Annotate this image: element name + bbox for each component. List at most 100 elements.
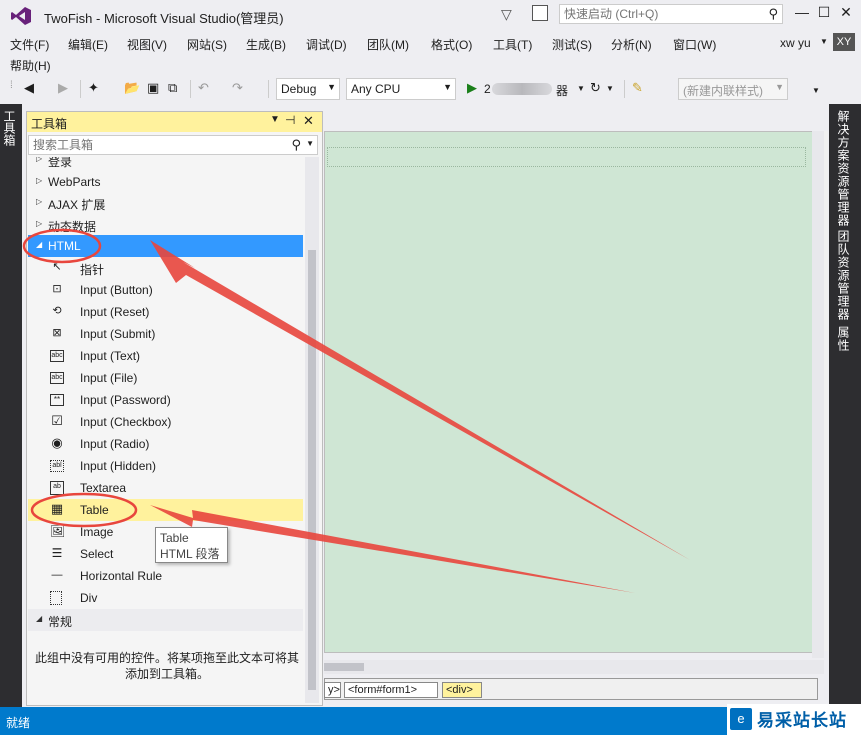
chevron-down-icon: ▼: [443, 82, 452, 92]
menu-tools[interactable]: 工具(T): [493, 34, 532, 55]
refresh-dropdown-icon[interactable]: ▼: [606, 84, 614, 93]
toolbox-item-input-radio[interactable]: ◉ Input (Radio): [28, 433, 303, 455]
toolbox-item-table[interactable]: ▦ Table: [28, 499, 303, 521]
format-icon[interactable]: ✎: [632, 80, 643, 96]
watermark-text: 易采站长站: [757, 711, 847, 730]
group-ajax-extensions[interactable]: ▷ AJAX 扩展: [28, 192, 303, 214]
quick-launch-box[interactable]: ⚲: [559, 4, 783, 24]
menu-website[interactable]: 网站(S): [187, 34, 227, 55]
image-icon: 🖼: [50, 524, 66, 538]
close-icon[interactable]: ✕: [303, 113, 314, 129]
group-general[interactable]: ◢ 常规: [28, 609, 303, 631]
quick-launch-input[interactable]: [560, 5, 748, 23]
toolbox-item-input-hidden[interactable]: abl Input (Hidden): [28, 455, 303, 477]
navigate-forward-icon[interactable]: ▶: [58, 80, 68, 96]
save-icon[interactable]: ▣: [147, 80, 159, 96]
properties-tab[interactable]: 属性: [835, 326, 852, 352]
editor-horizontal-scrollbar[interactable]: [324, 660, 824, 674]
expand-arrow-icon[interactable]: ▷: [36, 157, 42, 163]
breadcrumb-div[interactable]: <div>: [442, 682, 482, 698]
input-hidden-icon: abl: [50, 460, 64, 472]
toolbar-separator: [190, 80, 191, 98]
toolbox-item-input-password[interactable]: ** Input (Password): [28, 389, 303, 411]
start-debugging-icon[interactable]: ▶: [467, 80, 477, 96]
menu-help[interactable]: 帮助(H): [10, 55, 51, 76]
toolbox-search-box[interactable]: ⚲ ▼: [28, 135, 318, 155]
group-login[interactable]: ▷ 登录: [28, 157, 303, 171]
refresh-icon[interactable]: ↻: [590, 80, 601, 96]
team-explorer-tab[interactable]: 团队资源管理器: [835, 230, 852, 321]
toolbox-item-input-submit[interactable]: ⊠ Input (Submit): [28, 323, 303, 345]
menu-team[interactable]: 团队(M): [367, 34, 409, 55]
menu-view[interactable]: 视图(V): [127, 34, 167, 55]
start-debugging-button[interactable]: 2 器: [484, 81, 576, 98]
toolbox-item-pointer[interactable]: ↖ 指针: [28, 257, 303, 279]
group-html[interactable]: ◢ HTML: [28, 235, 303, 257]
target-rule-select[interactable]: (新建内联样式) ▼: [678, 78, 788, 100]
toolbox-vertical-scrollbar[interactable]: [305, 157, 319, 703]
design-surface[interactable]: [324, 131, 824, 653]
close-window-button[interactable]: ✕: [836, 4, 856, 22]
editor-vertical-scrollbar[interactable]: [812, 131, 824, 658]
auto-hide-pin-icon[interactable]: ⊣: [285, 113, 295, 127]
redo-icon[interactable]: ↷: [232, 80, 243, 96]
menu-window[interactable]: 窗口(W): [673, 34, 716, 55]
maximize-button[interactable]: ☐: [814, 4, 834, 22]
toolbox-item-div[interactable]: Div: [28, 587, 303, 609]
collapse-arrow-icon[interactable]: ◢: [36, 614, 42, 623]
scrollbar-thumb[interactable]: [308, 250, 316, 690]
menu-format[interactable]: 格式(O): [431, 34, 472, 55]
new-project-icon[interactable]: ✦: [88, 80, 99, 96]
toolbar-grip-icon[interactable]: ⁞: [10, 80, 13, 91]
menu-debug[interactable]: 调试(D): [306, 34, 347, 55]
solution-platform-select[interactable]: Any CPU ▼: [346, 78, 456, 100]
toolbox-item-horizontal-rule[interactable]: — Horizontal Rule: [28, 565, 303, 587]
open-file-icon[interactable]: 📂: [124, 80, 140, 96]
notifications-filter-icon[interactable]: ▽: [501, 6, 512, 23]
toolbox-item-input-file[interactable]: abc Input (File): [28, 367, 303, 389]
div-element-outline[interactable]: [327, 147, 806, 167]
table-icon: ▦: [50, 501, 64, 516]
undo-icon[interactable]: ↶: [198, 80, 209, 96]
collapse-arrow-icon[interactable]: ◢: [36, 240, 42, 249]
menu-edit[interactable]: 编辑(E): [68, 34, 108, 55]
expand-arrow-icon[interactable]: ▷: [36, 219, 42, 228]
toolbox-item-input-text[interactable]: abc Input (Text): [28, 345, 303, 367]
scrollbar-thumb[interactable]: [324, 663, 364, 671]
breadcrumb-body[interactable]: y>: [324, 682, 341, 698]
account-name[interactable]: xw yu: [780, 36, 811, 50]
toolbox-item-textarea[interactable]: ab Textarea: [28, 477, 303, 499]
minimize-button[interactable]: —: [792, 4, 812, 22]
menu-test[interactable]: 测试(S): [552, 34, 592, 55]
input-submit-icon: ⊠: [52, 327, 62, 339]
feedback-icon[interactable]: [532, 5, 548, 21]
search-options-icon[interactable]: ▼: [306, 139, 314, 148]
group-dynamic-data[interactable]: ▷ 动态数据: [28, 214, 303, 236]
toolbox-item-input-button[interactable]: ⊡ Input (Button): [28, 279, 303, 301]
window-position-dropdown-icon[interactable]: ▼: [270, 114, 280, 125]
avatar[interactable]: XY: [833, 33, 855, 51]
expand-arrow-icon[interactable]: ▷: [36, 197, 42, 206]
navigate-back-icon[interactable]: ◀: [24, 80, 34, 96]
toolbar-overflow-icon[interactable]: ▼: [812, 86, 820, 95]
toolbox-item-input-checkbox[interactable]: ☑ Input (Checkbox): [28, 411, 303, 433]
account-dropdown-icon[interactable]: ▼: [820, 37, 828, 46]
group-webparts[interactable]: ▷ WebParts: [28, 171, 303, 193]
menu-build[interactable]: 生成(B): [246, 34, 286, 55]
run-dropdown-icon[interactable]: ▼: [577, 84, 585, 93]
tooltip-title: Table: [160, 531, 189, 545]
save-all-icon[interactable]: ⧉: [168, 80, 177, 96]
search-icon[interactable]: ⚲: [768, 6, 778, 22]
pointer-icon: ↖: [52, 261, 62, 273]
expand-arrow-icon[interactable]: ▷: [36, 176, 42, 185]
search-icon[interactable]: ⚲: [291, 137, 301, 153]
toolbox-search-input[interactable]: [29, 136, 287, 154]
toolbox-side-tab[interactable]: 工具箱: [2, 110, 18, 146]
menu-file[interactable]: 文件(F): [10, 34, 49, 55]
toolbox-item-input-reset[interactable]: ⟲ Input (Reset): [28, 301, 303, 323]
solution-explorer-tab[interactable]: 解决方案资源管理器: [835, 110, 852, 227]
breadcrumb-form[interactable]: <form#form1>: [344, 682, 438, 698]
menu-analyze[interactable]: 分析(N): [611, 34, 652, 55]
solution-configuration-select[interactable]: Debug ▼: [276, 78, 340, 100]
menu-bar: 文件(F) 编辑(E) 视图(V) 网站(S) 生成(B) 调试(D) 团队(M…: [0, 30, 861, 74]
